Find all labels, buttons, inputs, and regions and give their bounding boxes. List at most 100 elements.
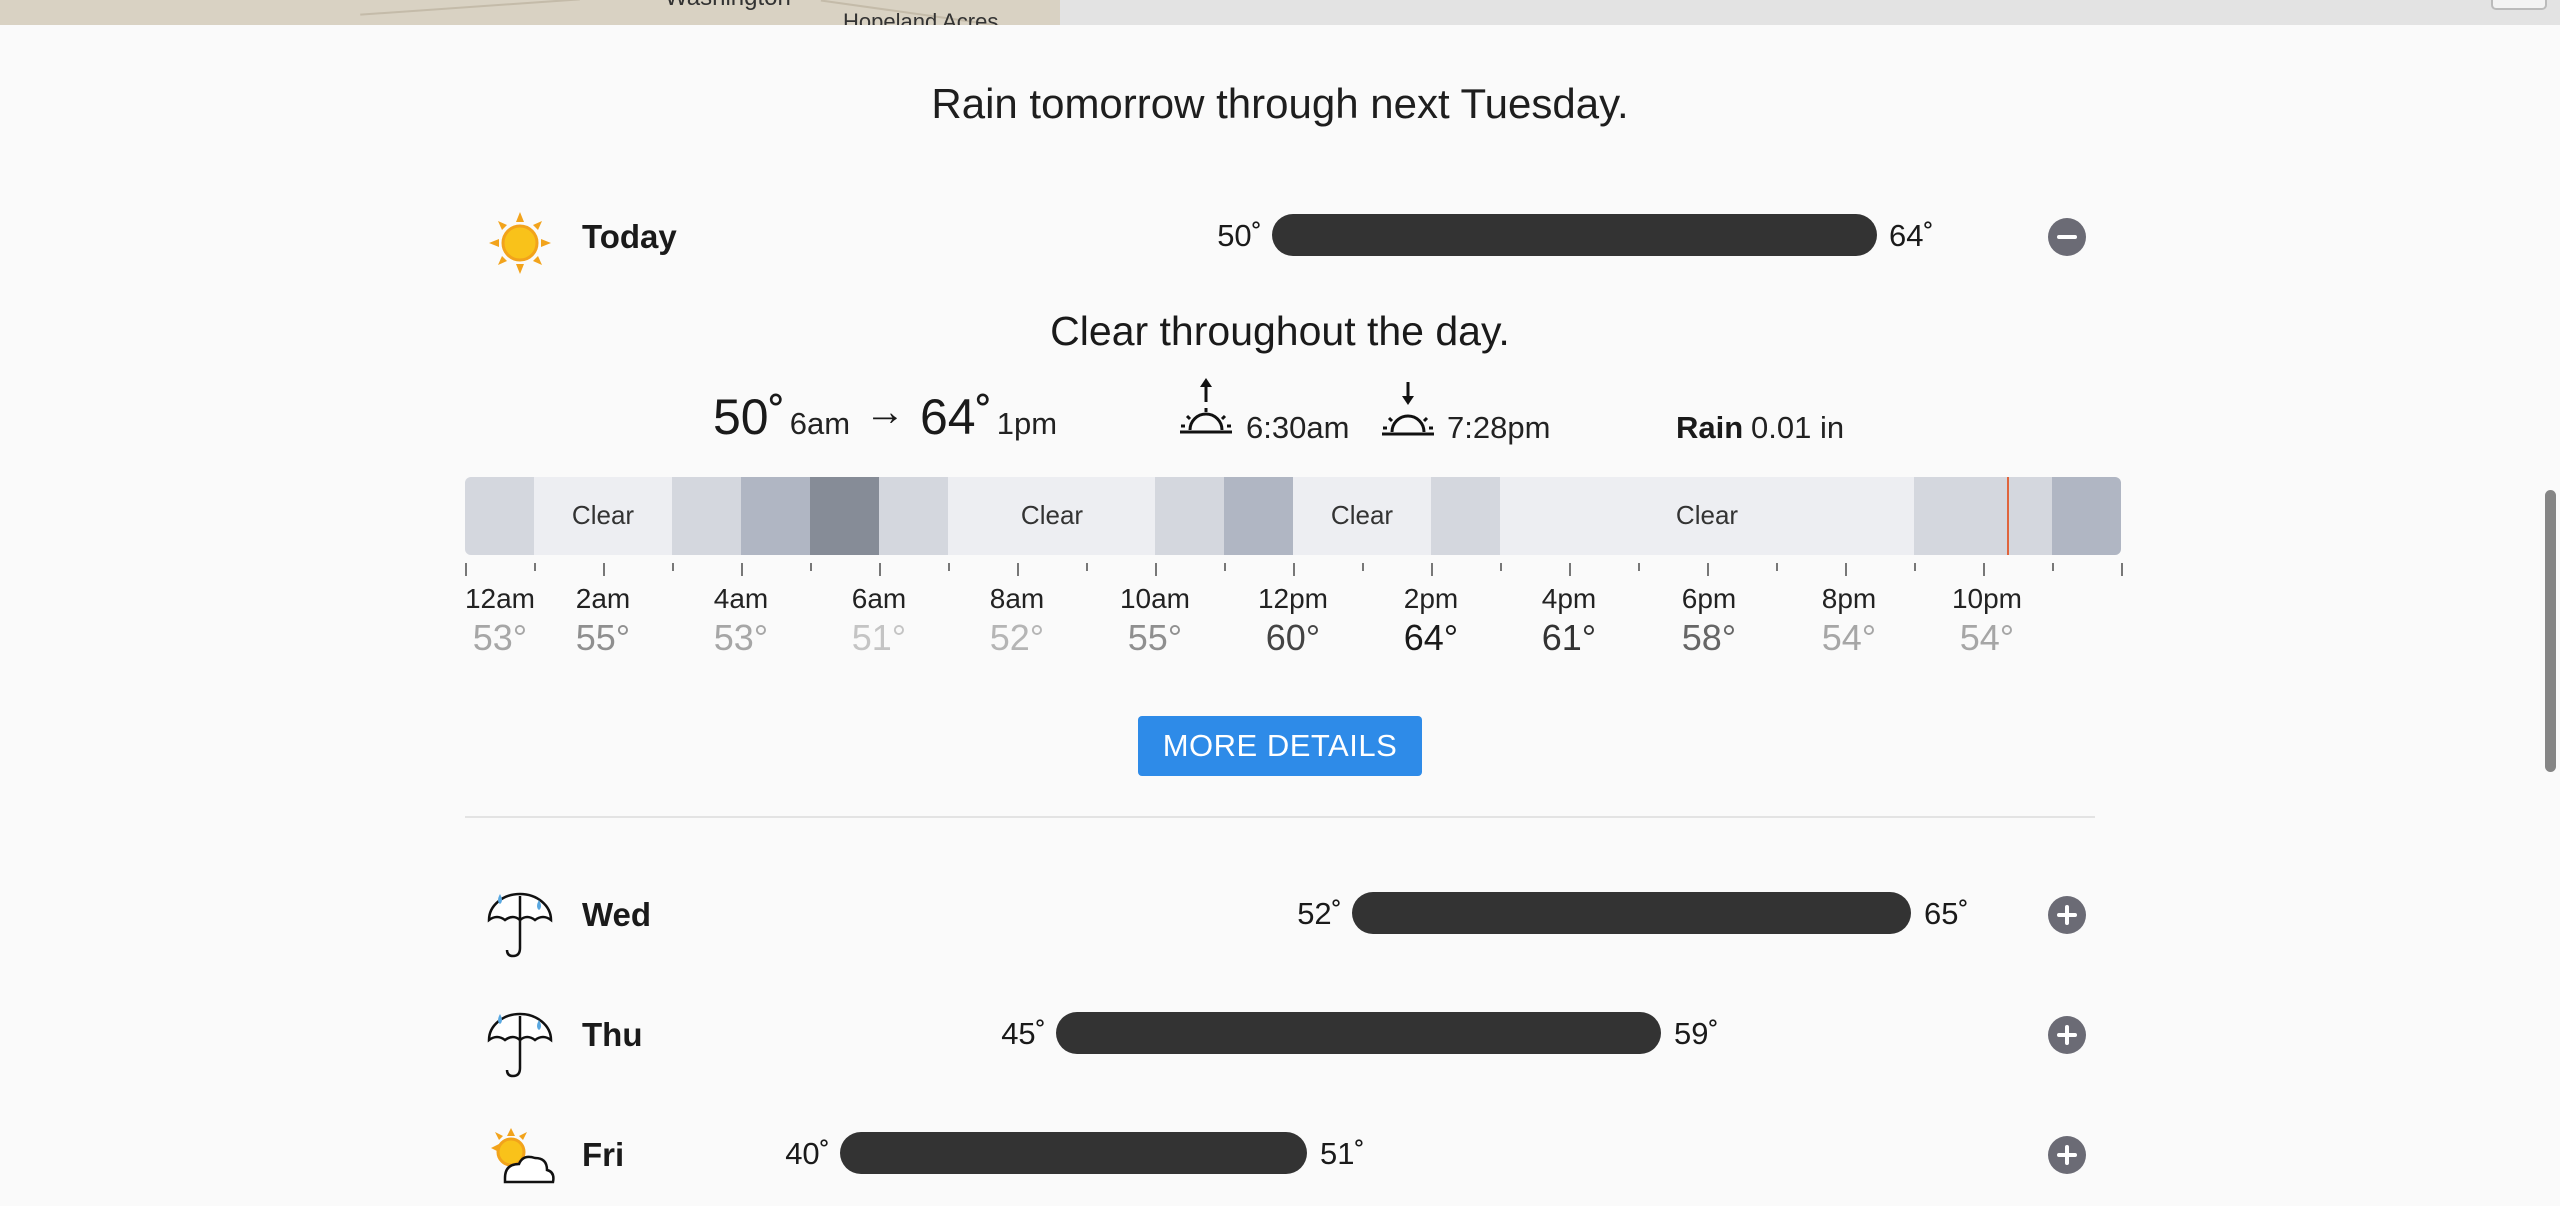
rain-label: Rain: [1676, 410, 1744, 445]
map-label-hopeland: Hopeland Acres: [843, 9, 999, 25]
hour-label: 6am: [851, 583, 907, 614]
day-row-fri[interactable]: Fri 40˚ 51˚: [465, 1118, 2095, 1198]
timeline-segment: [1914, 477, 2052, 555]
hour-column: 4am 53°: [681, 583, 801, 659]
day-row-thu[interactable]: Thu 45˚ 59˚: [465, 998, 2095, 1078]
day-detail-summary: Clear throughout the day.: [1050, 308, 1510, 354]
hour-column: 10am 55°: [1095, 583, 1215, 659]
temp-range-bar: [1272, 214, 1877, 256]
temp-high: 59˚: [1674, 1016, 1719, 1051]
map-strip[interactable]: Washington Hopeland Acres: [0, 0, 1060, 25]
map-control[interactable]: [2491, 0, 2547, 10]
timeline-tick: [1638, 563, 1640, 571]
temp-low: 45˚: [1001, 1016, 1046, 1051]
high-temp-time: 1pm: [996, 406, 1058, 441]
hour-label: 10am: [1119, 583, 1191, 614]
temp-range-bar: [1352, 892, 1911, 934]
hour-column: 8am 52°: [957, 583, 1077, 659]
timeline-ticks: [465, 563, 2123, 579]
hour-temp: 54°: [1821, 617, 1877, 658]
hour-label: 8pm: [1821, 583, 1877, 614]
low-temp-value: 50˚: [713, 389, 786, 445]
timeline-tick: [1983, 563, 1985, 576]
timeline-tick: [879, 563, 881, 576]
timeline-tick: [1500, 563, 1502, 571]
hour-temp: 58°: [1681, 617, 1737, 658]
sunset-time: 7:28pm: [1447, 410, 1551, 445]
hour-column: 12pm 60°: [1233, 583, 1353, 659]
timeline-segment: [1431, 477, 1500, 555]
timeline-tick: [1017, 563, 1019, 576]
day-name: Fri: [582, 1136, 625, 1173]
timeline-segment: [672, 477, 741, 555]
scrollbar-thumb[interactable]: [2545, 490, 2556, 772]
hour-label: 4pm: [1541, 583, 1597, 614]
hour-column: 4pm 61°: [1509, 583, 1629, 659]
rain-value: 0.01 in: [1751, 410, 1845, 445]
temp-high: 65˚: [1924, 896, 1969, 931]
timeline-tick: [465, 563, 467, 576]
temp-low: 40˚: [785, 1136, 830, 1171]
hour-temp: 53°: [472, 617, 528, 658]
map-label-washington: Washington: [665, 0, 791, 12]
expand-button[interactable]: [2048, 1016, 2086, 1054]
hourly-condition-timeline[interactable]: Clear Clear Clear Clear: [465, 477, 2121, 555]
high-temp-value: 64˚: [920, 389, 993, 445]
timeline-segment: [810, 477, 879, 555]
hour-column: 8pm 54°: [1789, 583, 1909, 659]
timeline-tick: [1776, 563, 1778, 571]
hour-label: 6pm: [1681, 583, 1737, 614]
forecast-summary: Rain tomorrow through next Tuesday.: [931, 80, 1629, 127]
hour-temp: 51°: [851, 617, 907, 658]
hour-temp: 53°: [713, 617, 769, 658]
map-background: [1060, 0, 2560, 25]
timeline-tick: [1155, 563, 1157, 576]
hour-label: 2am: [575, 583, 631, 614]
timeline-label-clear: Clear: [571, 500, 635, 530]
timeline-tick: [1086, 563, 1088, 571]
low-temp-stat: 50˚ 6am: [713, 388, 850, 446]
collapse-button[interactable]: [2048, 218, 2086, 256]
timeline-tick: [1362, 563, 1364, 571]
temp-low: 52˚: [1297, 896, 1342, 931]
timeline-segment: [1155, 477, 1224, 555]
timeline-tick: [2052, 563, 2054, 571]
hour-temp: 54°: [1959, 617, 2015, 658]
temp-high: 51˚: [1320, 1136, 1365, 1171]
low-temp-time: 6am: [789, 406, 851, 441]
hour-label: 10pm: [1951, 583, 2023, 614]
hour-temp: 60°: [1265, 617, 1321, 658]
current-time-indicator: [2007, 477, 2009, 555]
temp-high: 64˚: [1889, 218, 1934, 253]
timeline-tick: [948, 563, 950, 571]
temp-low: 50˚: [1217, 218, 1262, 253]
timeline-tick: [1569, 563, 1571, 576]
day-row-today[interactable]: Today 50˚ 64˚: [465, 200, 2095, 280]
timeline-segment: [465, 477, 534, 555]
expand-button[interactable]: [2048, 1136, 2086, 1174]
hour-column: 12am 53°: [440, 583, 560, 659]
timeline-segment: [741, 477, 810, 555]
timeline-tick: [2121, 563, 2123, 576]
hour-temp: 52°: [989, 617, 1045, 658]
hour-column: 6am 51°: [819, 583, 939, 659]
timeline-tick: [1224, 563, 1226, 571]
hour-column: 2am 55°: [543, 583, 663, 659]
hour-temp: 55°: [1127, 617, 1183, 658]
day-name: Today: [582, 218, 677, 255]
section-divider: [465, 816, 2095, 818]
sunrise-time: 6:30am: [1246, 410, 1350, 445]
timeline-label-clear: Clear: [1330, 500, 1394, 530]
arrow-icon: →: [865, 390, 905, 434]
hour-temp: 61°: [1541, 617, 1597, 658]
partly-cloudy-icon: [485, 1126, 555, 1196]
timeline-segment: [2052, 477, 2121, 555]
temp-range-bar: [1056, 1012, 1661, 1054]
more-details-button[interactable]: MORE DETAILS: [1138, 716, 1422, 776]
sunrise-icon: [1177, 378, 1235, 445]
timeline-label-clear: Clear: [1675, 500, 1739, 530]
day-name: Wed: [582, 896, 652, 933]
expand-button[interactable]: [2048, 896, 2086, 934]
timeline-tick: [1431, 563, 1433, 576]
day-row-wed[interactable]: Wed 52˚ 65˚: [465, 878, 2095, 958]
